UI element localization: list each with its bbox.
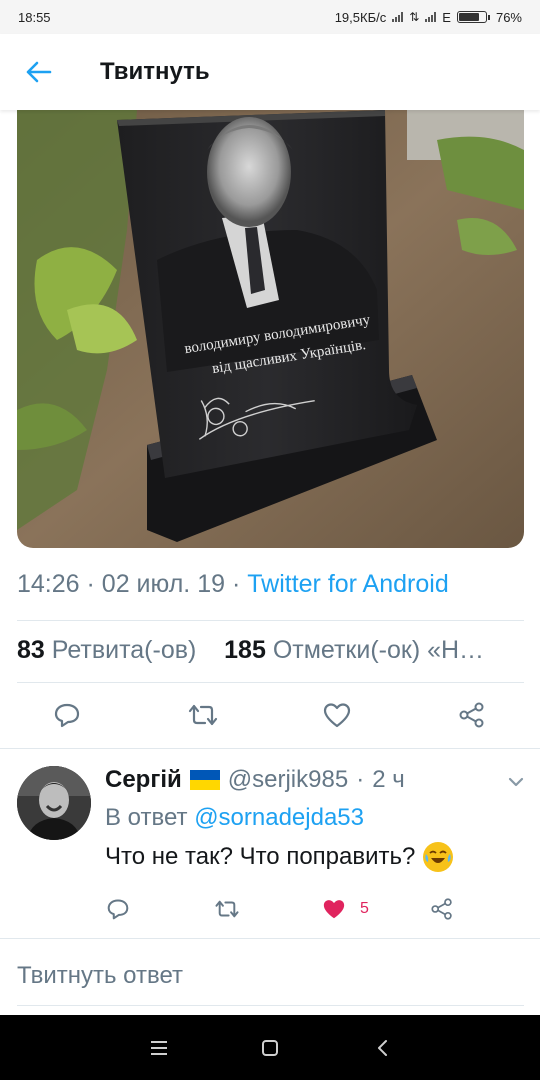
reply-retweet-button[interactable] [214,893,240,925]
retweet-icon [188,704,218,726]
retweet-button[interactable] [183,695,223,735]
menu-icon [151,1041,167,1055]
tweet-actions [0,695,540,735]
reply-text-content: Что не так? Что поправить? [105,843,416,870]
retweets-count[interactable]: 83 [17,636,45,664]
ukraine-flag-icon [189,770,220,790]
divider [17,620,524,621]
tweet-time: 14:26 [17,570,80,598]
menu-button[interactable] [146,1035,172,1061]
compose-reply-input[interactable]: Твитнуть ответ [17,962,183,990]
like-icon [323,703,351,728]
divider [0,938,540,939]
reply-icon [107,899,129,920]
like-button[interactable] [317,695,357,735]
in-reply-to: В ответ @sornadejda53 [105,804,364,832]
reply-icon [54,703,80,728]
reply-author-name[interactable]: Сергій [105,766,182,794]
status-right: 19,5КБ/с ⇅ E 76% [335,10,522,25]
tweet-stats: 83 Ретвита(-ов) 185 Отметки(-ок) «Н… [17,636,517,665]
share-icon [459,702,484,728]
back-nav-button[interactable] [370,1035,396,1061]
reply-header: Сергій @serjik985 · 2 ч [105,766,405,794]
home-icon [262,1040,278,1056]
in-reply-mention[interactable]: @sornadejda53 [194,804,364,831]
retweets-label[interactable]: Ретвита(-ов) [52,636,197,664]
status-bar: 18:55 19,5КБ/с ⇅ E 76% [0,0,540,34]
back-icon [378,1040,387,1056]
reply-share-button[interactable] [430,893,454,925]
back-arrow-icon [26,61,52,83]
avatar[interactable] [17,766,91,840]
signal-icon [392,12,404,22]
in-reply-label: В ответ [105,804,188,831]
data-transfer-icon: ⇅ [409,10,420,24]
avatar-image [17,766,91,840]
share-icon [431,898,452,920]
reply-tweet[interactable]: Сергій @serjik985 · 2 ч В ответ @sornade… [0,748,540,936]
page-title: Твитнуть [100,58,210,85]
tweet-image[interactable]: володимиру володимировичу від щасливих У… [17,110,524,548]
reply-actions: 5 [0,893,540,925]
app-bar: Твитнуть [0,34,540,110]
home-button[interactable] [257,1035,283,1061]
likes-count[interactable]: 185 [224,636,266,664]
like-icon [323,900,345,919]
chevron-down-icon [508,777,524,787]
reply-like-button[interactable]: 5 [322,893,369,925]
battery-percent: 76% [495,9,522,25]
likes-label[interactable]: Отметки(-ок) «Н… [273,636,484,664]
reply-menu-button[interactable] [506,772,526,792]
reply-text: Что не так? Что поправить? [105,842,454,872]
tweet-meta: 14:26 · 02 июл. 19 · Twitter for Android [17,570,449,598]
signal-2-icon [425,12,437,22]
status-time: 18:55 [18,9,51,25]
system-nav-bar [0,1015,540,1080]
reply-like-count: 5 [360,900,369,917]
reply-age: 2 ч [372,766,405,793]
network-type: E [442,9,451,25]
tweet-source-link[interactable]: Twitter for Android [247,570,448,598]
compose-underline [17,1005,524,1006]
reply-author-handle[interactable]: @serjik985 [228,766,348,794]
reply-reply-button[interactable] [106,893,130,925]
laughing-emoji-icon [423,842,454,872]
back-button[interactable] [14,47,64,97]
retweet-icon [215,900,239,918]
tweet-photo-graphic: володимиру володимировичу від щасливих У… [17,110,524,548]
divider [17,682,524,683]
battery-icon [456,11,490,23]
network-speed: 19,5КБ/с [334,9,387,25]
share-button[interactable] [452,695,492,735]
reply-button[interactable] [47,695,87,735]
tweet-date: 02 июл. 19 [101,570,226,598]
